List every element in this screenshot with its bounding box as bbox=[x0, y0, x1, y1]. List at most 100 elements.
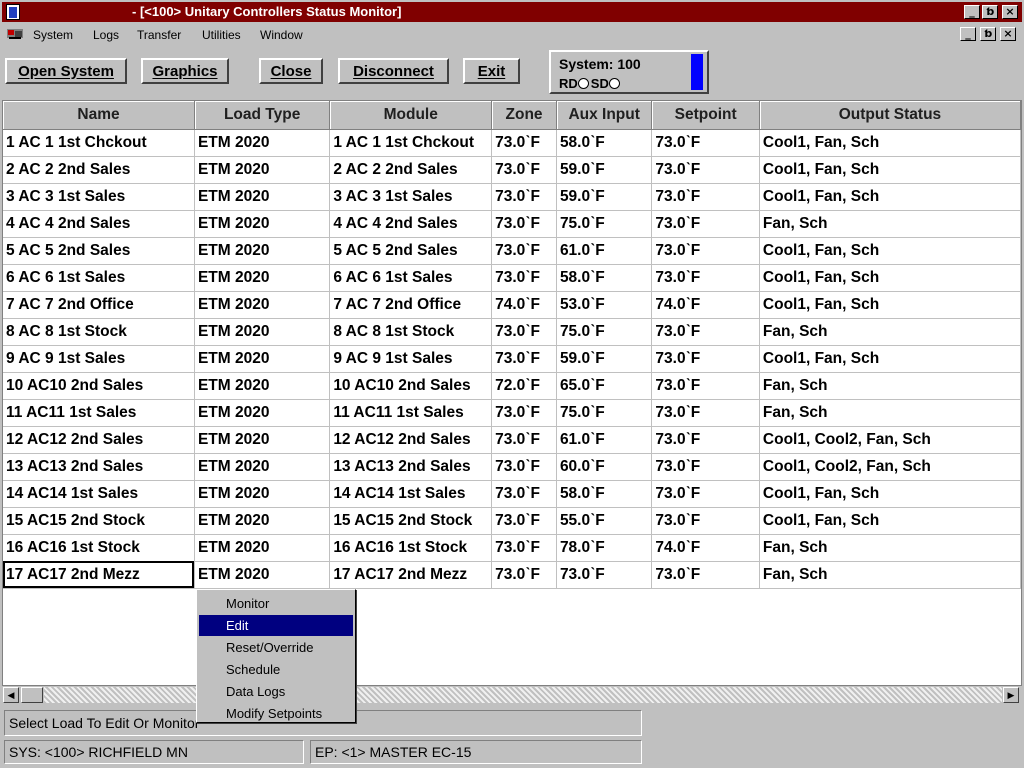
cell-module[interactable]: 4 AC 4 2nd Sales bbox=[329, 210, 493, 238]
cell-aux-input[interactable]: 59.0ˋF bbox=[556, 156, 653, 184]
cell-setpoint[interactable]: 74.0ˋF bbox=[651, 534, 760, 562]
cell-output-status[interactable]: Cool1, Cool2, Fan, Sch bbox=[759, 453, 1021, 481]
menu-system[interactable]: System bbox=[33, 28, 73, 42]
cell-name[interactable]: 14 AC14 1st Sales bbox=[3, 480, 195, 508]
header-load-type[interactable]: Load Type bbox=[194, 101, 331, 130]
cell-aux-input[interactable]: 75.0ˋF bbox=[556, 210, 653, 238]
table-row[interactable]: 16 AC16 1st Stock ETM 2020 16 AC16 1st Sto… bbox=[3, 534, 1021, 562]
cell-module[interactable]: 11 AC11 1st Sales bbox=[329, 399, 493, 427]
cell-aux-input[interactable]: 60.0ˋF bbox=[556, 453, 653, 481]
scroll-right-icon[interactable]: ▶ bbox=[1003, 687, 1019, 703]
close-button[interactable]: Close bbox=[259, 58, 323, 84]
cell-output-status[interactable]: Fan, Sch bbox=[759, 210, 1021, 238]
cell-output-status[interactable]: Cool1, Cool2, Fan, Sch bbox=[759, 426, 1021, 454]
cell-module[interactable]: 5 AC 5 2nd Sales bbox=[329, 237, 493, 265]
cell-zone[interactable]: 74.0ˋF bbox=[491, 291, 557, 319]
cell-module[interactable]: 1 AC 1 1st Chckout bbox=[329, 129, 493, 157]
cell-name[interactable]: 6 AC 6 1st Sales bbox=[3, 264, 195, 292]
menu-item-monitor[interactable]: Monitor bbox=[199, 593, 353, 614]
cell-load-type[interactable]: ETM 2020 bbox=[194, 480, 331, 508]
menu-item-reset-override[interactable]: Reset/Override bbox=[199, 637, 353, 658]
cell-module[interactable]: 7 AC 7 2nd Office bbox=[329, 291, 493, 319]
table-row[interactable]: 11 AC11 1st Sales ETM 2020 11 AC11 1st Sal… bbox=[3, 399, 1021, 427]
cell-load-type[interactable]: ETM 2020 bbox=[194, 237, 331, 265]
cell-setpoint[interactable]: 73.0ˋF bbox=[651, 318, 760, 346]
cell-load-type[interactable]: ETM 2020 bbox=[194, 345, 331, 373]
cell-aux-input[interactable]: 58.0ˋF bbox=[556, 480, 653, 508]
cell-aux-input[interactable]: 65.0ˋF bbox=[556, 372, 653, 400]
system-menu-icon[interactable] bbox=[6, 27, 24, 41]
cell-zone[interactable]: 73.0ˋF bbox=[491, 507, 557, 535]
menu-transfer[interactable]: Transfer bbox=[137, 28, 181, 42]
disconnect-button[interactable]: Disconnect bbox=[338, 58, 449, 84]
minimize-icon[interactable]: _ bbox=[964, 5, 980, 19]
cell-name[interactable]: 5 AC 5 2nd Sales bbox=[3, 237, 195, 265]
cell-setpoint[interactable]: 73.0ˋF bbox=[651, 426, 760, 454]
menu-item-data-logs[interactable]: Data Logs bbox=[199, 681, 353, 702]
table-row[interactable]: 17 AC17 2nd Mezz ETM 2020 17 AC17 2nd Mezz… bbox=[3, 561, 1021, 589]
scroll-thumb[interactable] bbox=[21, 687, 43, 703]
restore-icon[interactable]: ƅ bbox=[982, 5, 998, 19]
cell-output-status[interactable]: Cool1, Fan, Sch bbox=[759, 291, 1021, 319]
cell-module[interactable]: 9 AC 9 1st Sales bbox=[329, 345, 493, 373]
child-minimize-icon[interactable]: _ bbox=[960, 27, 976, 41]
cell-name[interactable]: 4 AC 4 2nd Sales bbox=[3, 210, 195, 238]
table-row[interactable]: 6 AC 6 1st Sales ETM 2020 6 AC 6 1st Sales… bbox=[3, 264, 1021, 292]
table-row[interactable]: 7 AC 7 2nd Office ETM 2020 7 AC 7 2nd Offi… bbox=[3, 291, 1021, 319]
cell-zone[interactable]: 73.0ˋF bbox=[491, 480, 557, 508]
cell-name[interactable]: 11 AC11 1st Sales bbox=[3, 399, 195, 427]
cell-setpoint[interactable]: 73.0ˋF bbox=[651, 345, 760, 373]
cell-module[interactable]: 8 AC 8 1st Stock bbox=[329, 318, 493, 346]
cell-zone[interactable]: 73.0ˋF bbox=[491, 210, 557, 238]
cell-module[interactable]: 14 AC14 1st Sales bbox=[329, 480, 493, 508]
cell-setpoint[interactable]: 73.0ˋF bbox=[651, 561, 760, 589]
scroll-left-icon[interactable]: ◀ bbox=[3, 687, 19, 703]
cell-zone[interactable]: 73.0ˋF bbox=[491, 318, 557, 346]
cell-zone[interactable]: 72.0ˋF bbox=[491, 372, 557, 400]
cell-aux-input[interactable]: 58.0ˋF bbox=[556, 264, 653, 292]
cell-name[interactable]: 8 AC 8 1st Stock bbox=[3, 318, 195, 346]
child-restore-icon[interactable]: ƅ bbox=[980, 27, 996, 41]
cell-setpoint[interactable]: 73.0ˋF bbox=[651, 156, 760, 184]
open-system-button[interactable]: Open System bbox=[5, 58, 127, 84]
table-row[interactable]: 15 AC15 2nd Stock ETM 2020 15 AC15 2nd Sto… bbox=[3, 507, 1021, 535]
cell-output-status[interactable]: Cool1, Fan, Sch bbox=[759, 183, 1021, 211]
cell-output-status[interactable]: Fan, Sch bbox=[759, 372, 1021, 400]
cell-zone[interactable]: 73.0ˋF bbox=[491, 426, 557, 454]
cell-module[interactable]: 10 AC10 2nd Sales bbox=[329, 372, 493, 400]
cell-aux-input[interactable]: 61.0ˋF bbox=[556, 237, 653, 265]
cell-setpoint[interactable]: 73.0ˋF bbox=[651, 480, 760, 508]
cell-load-type[interactable]: ETM 2020 bbox=[194, 372, 331, 400]
menu-logs[interactable]: Logs bbox=[93, 28, 119, 42]
table-row[interactable]: 9 AC 9 1st Sales ETM 2020 9 AC 9 1st Sales… bbox=[3, 345, 1021, 373]
graphics-button[interactable]: Graphics bbox=[141, 58, 229, 84]
table-row[interactable]: 3 AC 3 1st Sales ETM 2020 3 AC 3 1st Sales… bbox=[3, 183, 1021, 211]
title-bar[interactable]: - [<100> Unitary Controllers Status Moni… bbox=[2, 2, 1022, 22]
header-zone[interactable]: Zone bbox=[491, 101, 557, 130]
cell-setpoint[interactable]: 73.0ˋF bbox=[651, 210, 760, 238]
cell-load-type[interactable]: ETM 2020 bbox=[194, 426, 331, 454]
menu-item-modify-setpoints[interactable]: Modify Setpoints bbox=[199, 703, 353, 724]
cell-output-status[interactable]: Cool1, Fan, Sch bbox=[759, 480, 1021, 508]
controllers-grid[interactable]: Name Load Type Module Zone Aux Input Setpoint… bbox=[2, 100, 1022, 686]
cell-zone[interactable]: 73.0ˋF bbox=[491, 156, 557, 184]
cell-aux-input[interactable]: 78.0ˋF bbox=[556, 534, 653, 562]
cell-name[interactable]: 9 AC 9 1st Sales bbox=[3, 345, 195, 373]
cell-aux-input[interactable]: 75.0ˋF bbox=[556, 399, 653, 427]
table-row[interactable]: 1 AC 1 1st Chckout ETM 2020 1 AC 1 1st Chc… bbox=[3, 129, 1021, 157]
cell-load-type[interactable]: ETM 2020 bbox=[194, 291, 331, 319]
table-row[interactable]: 5 AC 5 2nd Sales ETM 2020 5 AC 5 2nd Sales… bbox=[3, 237, 1021, 265]
table-row[interactable]: 12 AC12 2nd Sales ETM 2020 12 AC12 2nd Sal… bbox=[3, 426, 1021, 454]
menu-item-schedule[interactable]: Schedule bbox=[199, 659, 353, 680]
header-output-status[interactable]: Output Status bbox=[759, 101, 1021, 130]
cell-zone[interactable]: 73.0ˋF bbox=[491, 183, 557, 211]
header-name[interactable]: Name bbox=[3, 101, 195, 130]
cell-zone[interactable]: 73.0ˋF bbox=[491, 345, 557, 373]
table-row[interactable]: 4 AC 4 2nd Sales ETM 2020 4 AC 4 2nd Sales… bbox=[3, 210, 1021, 238]
cell-setpoint[interactable]: 73.0ˋF bbox=[651, 453, 760, 481]
cell-setpoint[interactable]: 73.0ˋF bbox=[651, 372, 760, 400]
cell-aux-input[interactable]: 53.0ˋF bbox=[556, 291, 653, 319]
cell-setpoint[interactable]: 73.0ˋF bbox=[651, 183, 760, 211]
cell-output-status[interactable]: Cool1, Fan, Sch bbox=[759, 156, 1021, 184]
cell-module[interactable]: 13 AC13 2nd Sales bbox=[329, 453, 493, 481]
